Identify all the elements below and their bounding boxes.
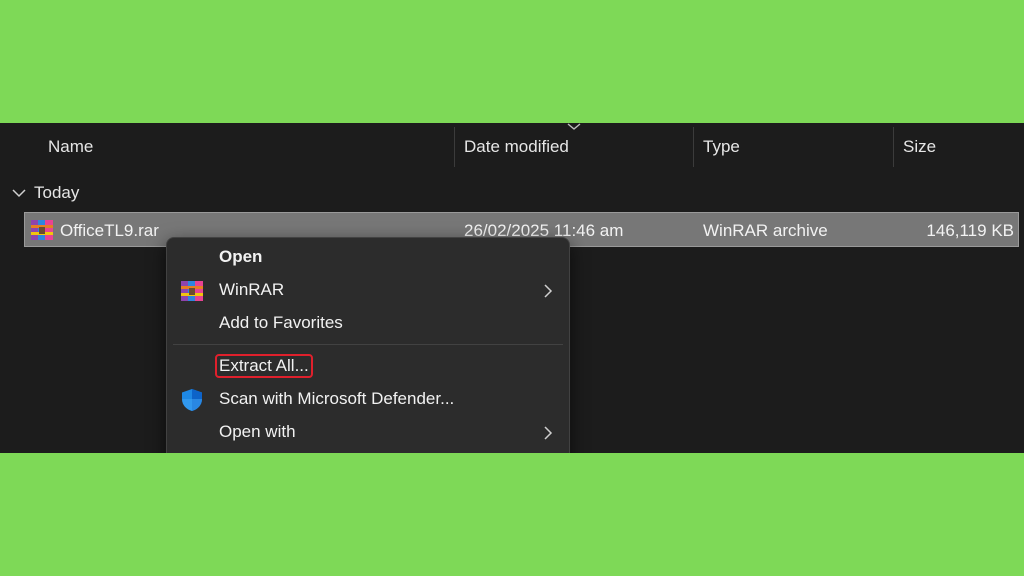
column-divider[interactable]	[893, 127, 894, 167]
defender-shield-icon	[182, 389, 202, 411]
column-header-name[interactable]: Name	[48, 137, 93, 157]
context-menu: Open WinRAR Add to Favorites Extract All…	[166, 237, 570, 453]
sort-descending-icon	[567, 123, 581, 130]
menu-item-add-to-favorites[interactable]: Add to Favorites	[167, 308, 569, 340]
group-header-today[interactable]: Today	[12, 181, 79, 205]
column-header-size[interactable]: Size	[903, 137, 936, 157]
winrar-archive-icon	[31, 220, 53, 240]
menu-item-label: WinRAR	[219, 280, 285, 299]
file-type: WinRAR archive	[703, 221, 828, 240]
chevron-right-icon	[544, 284, 553, 298]
menu-item-label: Add to Favorites	[219, 313, 343, 332]
column-header-date-modified[interactable]: Date modified	[464, 137, 569, 157]
group-label: Today	[34, 183, 80, 202]
menu-item-winrar[interactable]: WinRAR	[167, 275, 569, 307]
menu-item-label: Open with	[219, 422, 296, 441]
menu-item-open[interactable]: Open	[167, 242, 569, 274]
winrar-icon	[181, 281, 203, 301]
column-divider[interactable]	[454, 127, 455, 167]
menu-item-label: Scan with Microsoft Defender...	[219, 389, 455, 408]
menu-item-label: Extract All...	[219, 356, 309, 375]
chevron-down-icon	[12, 189, 26, 198]
file-size: 146,119 KB	[926, 221, 1014, 240]
menu-separator	[173, 344, 563, 345]
menu-item-label: Open	[219, 247, 263, 266]
menu-item-scan-defender[interactable]: Scan with Microsoft Defender...	[167, 384, 569, 416]
file-name: OfficeTL9.rar	[60, 221, 159, 240]
column-header-type[interactable]: Type	[703, 137, 740, 157]
column-divider[interactable]	[693, 127, 694, 167]
menu-item-open-with[interactable]: Open with	[167, 417, 569, 449]
file-explorer-window: Name Date modified Type Size Today Offic…	[0, 123, 1024, 453]
menu-item-extract-all[interactable]: Extract All...	[167, 351, 569, 383]
chevron-right-icon	[544, 426, 553, 440]
